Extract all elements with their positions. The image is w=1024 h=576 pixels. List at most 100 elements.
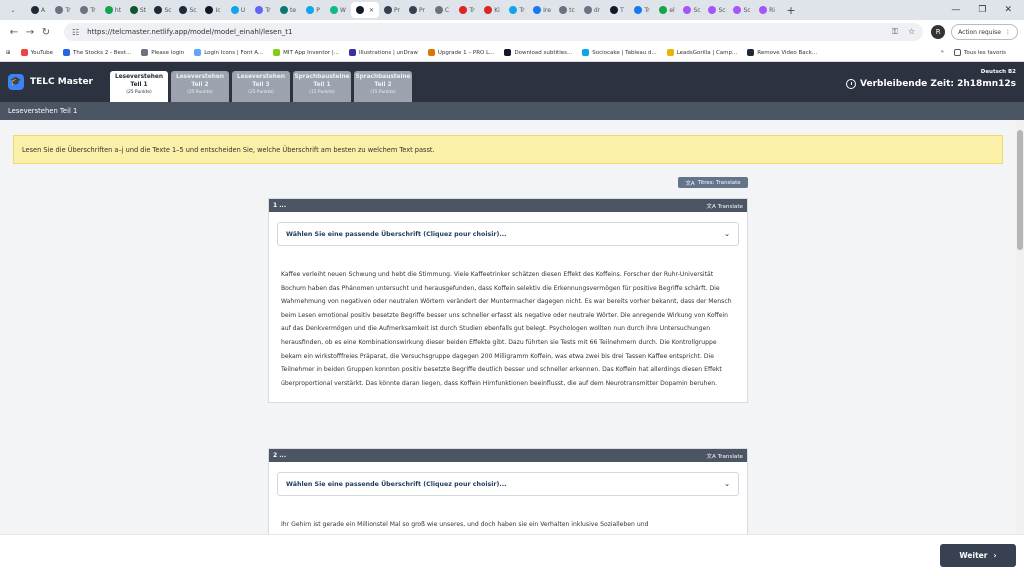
close-tab-icon[interactable]: ✕ <box>369 7 374 14</box>
tab-favicon-icon <box>533 6 542 14</box>
bookmarks-overflow-button[interactable]: » <box>941 49 944 56</box>
text-translate-button[interactable]: 文A Translate <box>706 452 747 460</box>
brand[interactable]: 🎓 TELC Master <box>0 62 110 102</box>
browser-tab[interactable]: Tr <box>630 2 654 18</box>
translate-icon: 文A <box>706 203 718 210</box>
section-title-bar: Leseverstehen Teil 1 <box>0 102 1024 120</box>
bookmark-label: YouTube <box>30 49 53 56</box>
browser-tab[interactable]: Sc <box>730 2 754 18</box>
section-title: Leseverstehen Teil 1 <box>8 107 78 115</box>
tab-search-icon[interactable]: ⌄ <box>1 2 25 18</box>
bookmark-item[interactable]: Sociocake | Tableau d... <box>582 49 657 56</box>
browser-tab[interactable]: U <box>226 2 250 18</box>
browser-tab[interactable]: Tr <box>251 2 275 18</box>
bookmark-label: MIT App Inventor |... <box>283 49 339 56</box>
browser-tab[interactable]: Sc <box>151 2 175 18</box>
tab-favicon-icon <box>583 6 592 14</box>
bookmark-item[interactable]: MIT App Inventor |... <box>273 49 339 56</box>
scrollbar-thumb[interactable] <box>1017 130 1023 250</box>
address-bar[interactable]: ☷ https://telcmaster.netlify.app/model/m… <box>63 23 924 41</box>
forward-icon[interactable]: → <box>22 27 38 38</box>
bookmark-label: Illustrations | unDraw <box>358 49 418 56</box>
exam-level: Deutsch B2 <box>980 69 1016 75</box>
browser-tab[interactable]: Ic <box>201 2 225 18</box>
tab-favicon-icon <box>559 6 568 14</box>
tab-label: Teil 1 <box>313 82 331 88</box>
browser-tab[interactable]: Ire <box>530 2 554 18</box>
restore-button[interactable]: ❐ <box>978 5 986 15</box>
page-scrollbar[interactable] <box>1016 120 1024 534</box>
tab-label: dr <box>593 6 601 14</box>
new-tab-button[interactable]: + <box>783 2 799 18</box>
browser-tab[interactable]: el <box>655 2 679 18</box>
browser-tab[interactable]: C <box>430 2 454 18</box>
text-number: 2 ... <box>273 452 287 459</box>
browser-tab[interactable]: W <box>326 2 350 18</box>
bookmark-favicon-icon <box>348 49 356 56</box>
bookmark-item[interactable]: Login Icons | Font A... <box>194 49 263 56</box>
browser-tab[interactable]: te <box>276 2 300 18</box>
bookmark-item[interactable]: Please login <box>141 49 184 56</box>
browser-tab[interactable]: Pr <box>405 2 429 18</box>
reload-icon[interactable]: ↻ <box>38 27 54 38</box>
next-button[interactable]: Weiter › <box>940 544 1016 567</box>
browser-tab[interactable]: ht <box>101 2 125 18</box>
browser-tab[interactable]: dr <box>580 2 604 18</box>
browser-tab[interactable]: St <box>126 2 150 18</box>
profile-avatar[interactable]: R <box>931 25 946 39</box>
tab-exam-section[interactable]: Leseverstehen Teil 3 (25 Punkte) <box>232 71 290 102</box>
browser-tab-strip: ⌄ A Tr Tr ht St Sc Sc Ic U Tr te P W ✕ Pr Pr C Tr Ki Tr Ire t… <box>0 0 1024 20</box>
browser-tab[interactable]: Sc <box>705 2 729 18</box>
remaining-time: Verbleibende Zeit: 2h18mn12s <box>846 79 1016 89</box>
apps-grid-icon[interactable]: ⊞ <box>6 50 11 56</box>
bookmark-item[interactable]: LeadsGorilla | Camp... <box>666 49 737 56</box>
tab-label: Tr <box>90 6 96 14</box>
close-window-button[interactable]: ✕ <box>1004 5 1012 15</box>
back-icon[interactable]: ← <box>6 27 22 38</box>
bookmark-item[interactable]: Remove Video Back... <box>747 49 817 56</box>
browser-tab[interactable]: Tr <box>76 2 100 18</box>
browser-tab[interactable]: P <box>301 2 325 18</box>
site-info-icon[interactable]: ☷ <box>72 28 79 37</box>
text-translate-button[interactable]: 文A Translate <box>706 202 747 210</box>
minimize-button[interactable]: — <box>951 5 960 15</box>
tab-label: te <box>289 6 297 14</box>
password-key-icon[interactable]: ⚿ <box>892 27 898 37</box>
browser-tab[interactable]: Ki <box>480 2 504 18</box>
instruction-box: Lesen Sie die Überschriften a–j und die … <box>13 135 1003 164</box>
tab-points: (25 Punkte) <box>187 90 213 95</box>
browser-tab[interactable]: Pr <box>380 2 404 18</box>
browser-tab[interactable]: Tr <box>51 2 75 18</box>
browser-tab[interactable]: T <box>605 2 629 18</box>
browser-tab[interactable]: Ri <box>755 2 779 18</box>
tab-label: C <box>444 6 450 14</box>
bookmark-favicon-icon <box>427 49 435 56</box>
bookmark-item[interactable]: Upgrade 1 – PRO L... <box>427 49 494 56</box>
bookmark-item[interactable]: YouTube <box>20 49 53 56</box>
browser-tab[interactable]: Sc <box>176 2 200 18</box>
all-bookmarks-folder[interactable]: Tous les favoris <box>954 49 1006 56</box>
browser-tab[interactable]: ✕ <box>351 2 379 18</box>
heading-select[interactable]: Wählen Sie eine passende Überschrift (Cl… <box>277 472 739 496</box>
tab-favicon-icon <box>708 6 717 14</box>
browser-tab[interactable]: Sc <box>680 2 704 18</box>
tab-points: (15 Punkte) <box>370 90 396 95</box>
titles-translate-button[interactable]: 文A Titres: Translate <box>678 177 748 188</box>
bookmark-item[interactable]: The Stocks 2 - Best... <box>62 49 131 56</box>
bookmark-favicon-icon <box>62 49 70 56</box>
browser-tab[interactable]: tc <box>555 2 579 18</box>
heading-select[interactable]: Wählen Sie eine passende Überschrift (Cl… <box>277 222 739 246</box>
action-required-button[interactable]: Action requise ⋮ <box>951 24 1018 40</box>
bookmark-star-icon[interactable]: ☆ <box>908 27 915 37</box>
browser-tab[interactable]: Tr <box>505 2 529 18</box>
browser-tab[interactable]: A <box>26 2 50 18</box>
tab-exam-section[interactable]: Sprachbausteine Teil 1 (15 Punkte) <box>293 71 351 102</box>
tab-exam-section[interactable]: Leseverstehen Teil 1 (25 Punkte) <box>110 71 168 102</box>
bookmark-item[interactable]: Download subtitles... <box>504 49 572 56</box>
tab-exam-section[interactable]: Sprachbausteine Teil 2 (15 Punkte) <box>354 71 412 102</box>
browser-tab[interactable]: Tr <box>455 2 479 18</box>
tab-exam-section[interactable]: Leseverstehen Teil 2 (25 Punkte) <box>171 71 229 102</box>
bookmark-label: Please login <box>151 49 185 56</box>
tab-label: P <box>316 6 320 14</box>
bookmark-item[interactable]: Illustrations | unDraw <box>348 49 418 56</box>
